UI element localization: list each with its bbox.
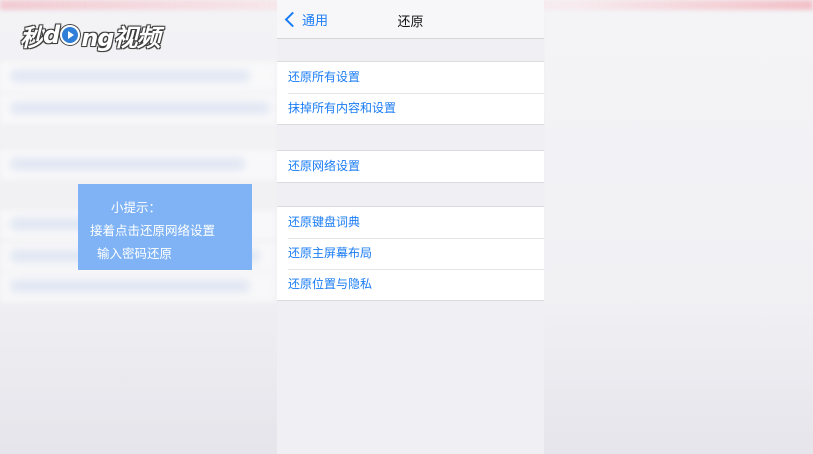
settings-group-2: 还原网络设置 <box>277 150 544 183</box>
settings-group-1: 还原所有设置 抹掉所有内容和设置 <box>277 61 544 125</box>
settings-group-3: 还原键盘词典 还原主屏幕布局 还原位置与隐私 <box>277 206 544 301</box>
tip-line-2: 接着点击还原网络设置 <box>90 223 216 238</box>
reset-keyboard-dictionary-item[interactable]: 还原键盘词典 <box>277 207 544 238</box>
page-title: 还原 <box>397 15 424 30</box>
tip-line-1: 小提示： <box>111 200 162 215</box>
play-circle-icon <box>60 25 81 45</box>
navigation-bar: 通用 还原 <box>277 0 544 39</box>
reset-location-privacy-item[interactable]: 还原位置与隐私 <box>277 269 544 300</box>
settings-panel: 通用 还原 还原所有设置 抹掉所有内容和设置 还原网络设置 还原键盘词典 还原主… <box>277 0 544 454</box>
tip-overlay: 小提示： 接着点击还原网络设置 输入密码还原 <box>78 184 252 270</box>
watermark-logo: 秒 d ng视频 <box>20 21 160 52</box>
reset-network-settings-item[interactable]: 还原网络设置 <box>277 151 544 182</box>
reset-all-settings-item[interactable]: 还原所有设置 <box>277 62 544 93</box>
tip-line-3: 输入密码还原 <box>97 246 173 261</box>
reset-home-screen-layout-item[interactable]: 还原主屏幕布局 <box>277 238 544 269</box>
erase-all-content-item[interactable]: 抹掉所有内容和设置 <box>277 93 544 124</box>
